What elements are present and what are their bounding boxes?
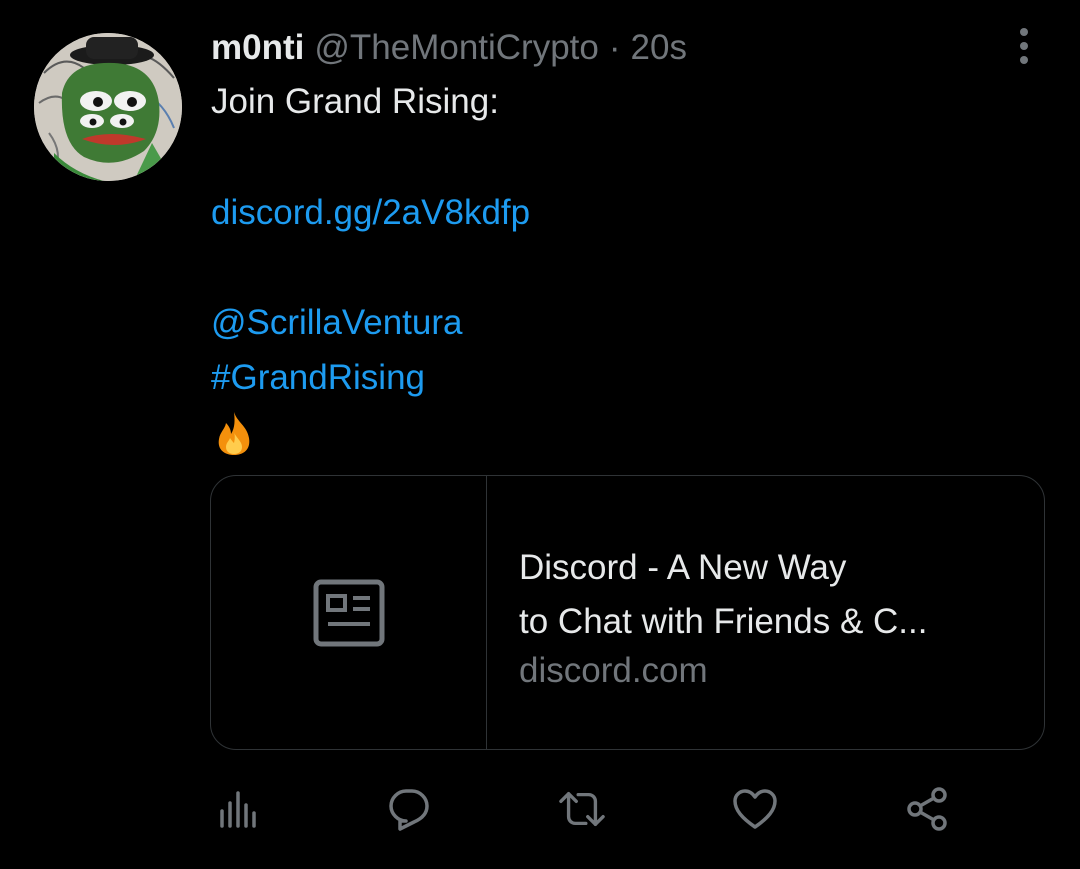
retweet-button[interactable] [559, 786, 605, 832]
heart-icon [733, 789, 777, 829]
article-icon [313, 579, 384, 646]
fire-emoji [211, 410, 257, 467]
tweet-text-line: Join Grand Rising: [211, 82, 499, 121]
card-body: Discord - A New Way to Chat with Friends… [519, 541, 1019, 693]
reply-icon [389, 789, 429, 831]
avatar[interactable] [34, 33, 182, 181]
display-name[interactable]: m0nti [211, 28, 304, 68]
timestamp[interactable]: 20s [631, 28, 687, 68]
like-button[interactable] [732, 786, 778, 832]
fire-icon [218, 412, 250, 455]
views-button[interactable] [213, 786, 259, 832]
link-preview-card[interactable]: Discord - A New Way to Chat with Friends… [210, 475, 1045, 750]
retweet-icon [559, 791, 605, 827]
tweet[interactable]: m0nti @TheMontiCrypto · 20s Join Grand R… [0, 0, 1080, 869]
card-domain: discord.com [519, 651, 708, 690]
user-handle[interactable]: @TheMontiCrypto [314, 28, 599, 68]
reply-button[interactable] [386, 786, 432, 832]
separator-dot: · [608, 28, 621, 67]
card-title-line-1: Discord - A New Way [519, 548, 847, 587]
share-button[interactable] [904, 786, 950, 832]
more-options-button[interactable] [1004, 26, 1044, 66]
action-bar [0, 786, 1080, 832]
more-vertical-icon [1020, 28, 1028, 64]
hashtag-link[interactable]: #GrandRising [211, 356, 425, 400]
mention-link[interactable]: @ScrillaVentura [211, 301, 462, 345]
bar-chart-icon [220, 791, 256, 828]
tweet-link[interactable]: discord.gg/2aV8kdfp [211, 191, 530, 235]
share-icon [907, 787, 947, 831]
tweet-header: m0nti @TheMontiCrypto · 20s [211, 26, 687, 70]
card-title-line-2: to Chat with Friends & C... [519, 602, 928, 641]
avatar-image [34, 33, 182, 181]
card-thumbnail [211, 476, 487, 749]
